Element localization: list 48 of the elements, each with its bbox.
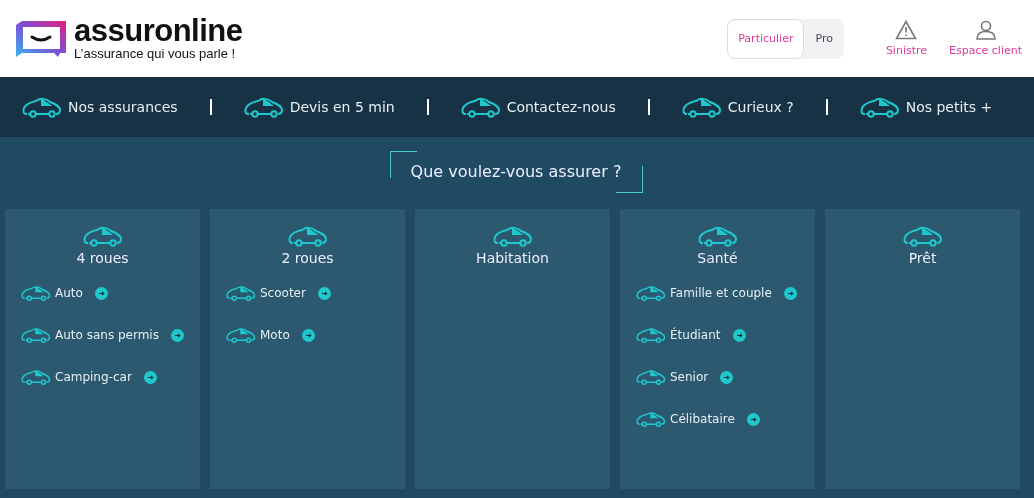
car-icon — [226, 284, 256, 302]
category-link[interactable]: Camping-car — [21, 368, 200, 386]
nav-link[interactable]: Curieux ? — [681, 95, 794, 119]
car-icon — [636, 368, 666, 386]
category-title[interactable]: 2 roues — [281, 250, 334, 266]
warning-icon — [895, 20, 918, 40]
car-icon — [636, 326, 666, 344]
category-title[interactable]: Habitation — [476, 250, 549, 266]
car-icon — [243, 95, 284, 119]
category-link[interactable]: Auto sans permis — [21, 326, 200, 344]
car-icon — [287, 224, 328, 248]
nav-link[interactable]: Contactez-nous — [460, 95, 616, 119]
segment-button[interactable]: Pro — [804, 18, 844, 59]
car-icon — [902, 224, 943, 248]
category-title[interactable]: 4 roues — [76, 250, 129, 266]
car-icon — [22, 95, 62, 119]
tagline: L’assurance qui vous parle ! — [74, 46, 237, 61]
header-link[interactable]: Espace client — [949, 20, 1022, 57]
category-link[interactable]: Étudiant — [636, 326, 815, 344]
segment-button[interactable]: Particulier — [727, 18, 805, 59]
category-link[interactable]: Senior — [636, 368, 815, 386]
car-icon — [859, 95, 900, 119]
logo-icon — [14, 18, 68, 59]
category-link[interactable]: Moto — [226, 326, 405, 344]
category-link[interactable]: Famille et couple — [636, 284, 815, 302]
nav-link[interactable]: Nos petits + — [859, 95, 993, 119]
category-title[interactable]: Prêt — [908, 250, 937, 266]
car-icon — [226, 326, 256, 344]
user-icon — [974, 20, 997, 40]
brand-name: assuronline — [74, 16, 243, 46]
category-link[interactable]: Scooter — [226, 284, 405, 302]
nav-link[interactable]: Nos assurances — [22, 95, 178, 119]
nav-link[interactable]: Devis en 5 min — [243, 95, 395, 119]
car-icon — [492, 224, 533, 248]
car-icon — [636, 410, 666, 428]
car-icon — [460, 95, 501, 119]
category-link[interactable]: Célibataire — [636, 410, 815, 428]
car-icon — [21, 284, 51, 302]
car-icon — [21, 326, 51, 344]
category-title[interactable]: Santé — [697, 250, 738, 266]
car-icon — [21, 368, 51, 386]
car-icon — [636, 284, 666, 302]
car-icon — [82, 224, 123, 248]
header-link[interactable]: Sinistre — [885, 20, 928, 57]
section-heading: Que voulez-vous assurer ? — [390, 152, 644, 193]
category-link[interactable]: Auto — [21, 284, 200, 302]
car-icon — [681, 95, 722, 119]
car-icon — [697, 224, 738, 248]
